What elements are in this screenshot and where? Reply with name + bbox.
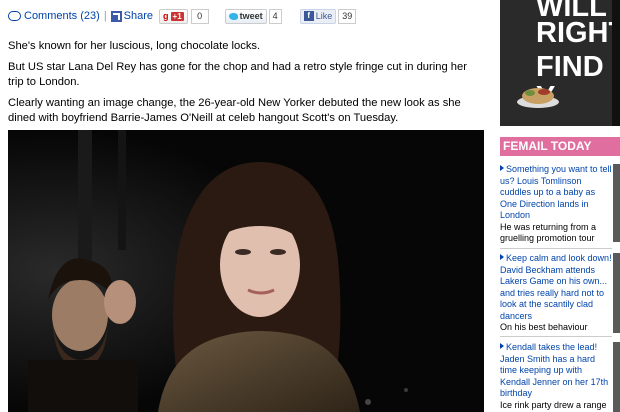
facebook-like-button[interactable]: f Like xyxy=(299,8,337,24)
article-paragraph: Clearly wanting an image change, the 26-… xyxy=(8,97,461,124)
like-label: Like xyxy=(315,11,333,21)
tweet-button[interactable]: tweet xyxy=(224,8,267,24)
femail-item[interactable]: Keep calm and look down! David Beckham a… xyxy=(500,253,620,334)
google-plus-button[interactable]: g +1 xyxy=(159,8,188,24)
twitter-bird-icon xyxy=(228,12,238,20)
arrow-icon xyxy=(500,165,504,171)
tweet-label: tweet xyxy=(239,11,263,21)
like-count: 39 xyxy=(338,8,357,24)
femail-thumbnail[interactable] xyxy=(613,164,620,242)
femail-teaser: Ice rink party drew a range of celebs xyxy=(500,399,607,412)
comments-label: Comments xyxy=(24,10,78,22)
social-share-bar: Comments (23) | Share g +1 0 tweet 4 f L… xyxy=(8,7,357,25)
google-plus-count: 0 xyxy=(190,8,209,24)
femail-teaser: On his best behaviour xyxy=(500,322,588,332)
article-paragraph: But US star Lana Del Rey has gone for th… xyxy=(8,61,467,88)
share-link[interactable]: Share xyxy=(124,10,153,22)
article-paragraph: She's known for her luscious, long choco… xyxy=(8,40,261,52)
ad-edge xyxy=(612,0,620,126)
femail-item[interactable]: Something you want to tell us? Louis Tom… xyxy=(500,164,620,245)
femail-headline[interactable]: Kendall takes the lead! Jaden Smith has … xyxy=(500,342,608,398)
google-plus-logo: g xyxy=(163,11,169,21)
femail-today-header[interactable]: FEMAIL TODAY xyxy=(500,137,620,156)
femail-thumbnail[interactable] xyxy=(613,253,620,333)
plus-one-label: +1 xyxy=(170,11,184,21)
article-body: She's known for her luscious, long choco… xyxy=(8,39,483,132)
femail-headline[interactable]: Something you want to tell us? Louis Tom… xyxy=(500,164,612,220)
comments-count: (23) xyxy=(80,10,100,22)
facebook-icon: f xyxy=(303,11,314,21)
femail-headline[interactable]: Keep calm and look down! David Beckham a… xyxy=(500,253,612,321)
comments-link[interactable]: Comments (23) xyxy=(24,10,100,22)
tweet-count: 4 xyxy=(268,8,282,24)
comment-icon[interactable] xyxy=(8,11,21,21)
femail-thumbnail[interactable] xyxy=(613,342,620,412)
divider xyxy=(500,336,612,337)
sidebar-advert[interactable]: WILL RIGHT FIND Y xyxy=(500,0,620,126)
separator: | xyxy=(103,10,107,22)
photo-illustration xyxy=(8,130,484,412)
femail-item[interactable]: Kendall takes the lead! Jaden Smith has … xyxy=(500,342,620,412)
share-icon[interactable] xyxy=(110,10,122,22)
arrow-icon xyxy=(500,343,504,349)
divider xyxy=(500,248,612,249)
arrow-icon xyxy=(500,254,504,260)
ad-text-line: RIGHT xyxy=(536,17,620,49)
femail-teaser: He was returning from a gruelling promot… xyxy=(500,221,597,244)
article-photo xyxy=(8,130,484,412)
ad-food-image xyxy=(517,88,559,108)
